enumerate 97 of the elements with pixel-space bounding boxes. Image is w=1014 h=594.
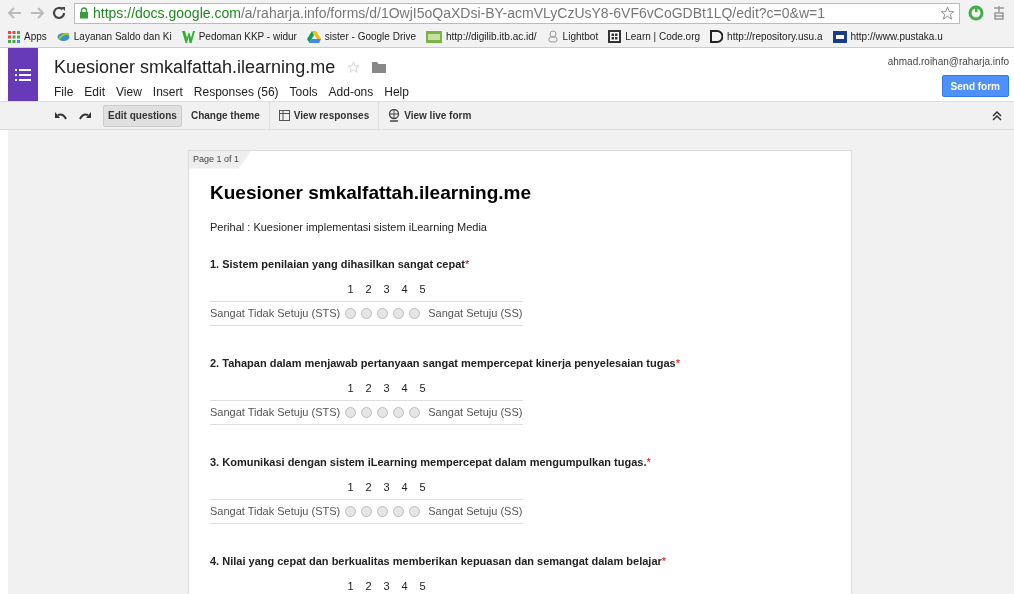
list-icon	[15, 68, 31, 81]
lock-icon	[79, 7, 89, 19]
scale-number: 2	[364, 381, 373, 394]
radio-button[interactable]	[361, 506, 373, 517]
bookmark-link[interactable]: http://repository.usu.a	[727, 29, 823, 44]
scale-number: 5	[418, 579, 427, 592]
radio-button[interactable]	[393, 407, 405, 418]
question-title: 3. Komunikasi dengan sistem iLearning mempercepat dalam mengumpulkan tugas.*	[210, 455, 652, 469]
radio-button[interactable]	[361, 407, 373, 418]
radio-button[interactable]	[409, 308, 421, 319]
toolbar-button[interactable]: View live form	[383, 104, 477, 127]
bookmark-link[interactable]: Learn | Code.org	[625, 29, 701, 44]
apps-grid-icon	[8, 30, 20, 43]
toolbar-button[interactable]: View responses	[273, 104, 375, 127]
scale-number: 4	[400, 381, 409, 394]
letter-logo-icon	[710, 30, 724, 43]
radio-button[interactable]	[377, 407, 389, 418]
reload-icon[interactable]	[52, 6, 66, 20]
collapse-icon[interactable]	[992, 110, 1002, 121]
radio-button[interactable]	[409, 506, 421, 517]
w-logo-icon	[181, 30, 195, 43]
form-title: Kuesioner smkalfattah.ilearning.me	[210, 180, 532, 205]
scale-number: 1	[346, 282, 355, 295]
menu-item[interactable]: Responses (56)	[193, 83, 279, 101]
toolbar-button[interactable]: Edit questions	[103, 104, 182, 127]
scale-number: 2	[364, 480, 373, 493]
bookmark-link[interactable]: http://www.pustaka.u	[850, 29, 943, 44]
scale-number: 5	[418, 480, 427, 493]
scale-number: 4	[400, 480, 409, 493]
radio-button[interactable]	[377, 308, 389, 319]
form-description: Perihal : Kuesioner implementasi sistem iLearning Media	[210, 219, 488, 235]
globe-icon	[388, 109, 401, 122]
badge-logo-icon	[832, 30, 847, 43]
bookmark-link[interactable]: Layanan Saldo dan Ki	[73, 29, 172, 44]
undo-icon[interactable]	[55, 111, 67, 120]
scale-number: 4	[400, 282, 409, 295]
scale-number: 3	[382, 480, 391, 493]
radio-button[interactable]	[393, 308, 405, 319]
scale-number: 5	[418, 282, 427, 295]
bookmark-link[interactable]: Pedoman KKP - widur	[198, 29, 297, 44]
star-icon[interactable]	[347, 60, 361, 74]
toolbar-button[interactable]: Change theme	[185, 104, 265, 127]
menu-item[interactable]: File	[54, 83, 74, 101]
radio-button[interactable]	[409, 407, 421, 418]
grid-square-icon	[608, 30, 622, 43]
scale-number: 3	[382, 282, 391, 295]
scale-number: 2	[364, 579, 373, 592]
scale-low-label: Sangat Tidak Setuju (STS)	[210, 405, 341, 421]
user-email: ahmad.roihan@raharja.info	[887, 55, 1009, 69]
power-icon[interactable]	[968, 5, 984, 21]
scale-number: 2	[364, 282, 373, 295]
scale-low-label: Sangat Tidak Setuju (STS)	[210, 504, 341, 520]
scale-number: 3	[382, 381, 391, 394]
radio-button[interactable]	[377, 506, 389, 517]
leaf-icon	[56, 30, 70, 43]
bookmark-link[interactable]: Lightbot	[562, 29, 599, 44]
scale-number: 1	[346, 381, 355, 394]
extension-icon[interactable]	[992, 5, 1006, 21]
radio-button[interactable]	[345, 407, 357, 418]
bookmark-link[interactable]: sister - Google Drive	[324, 29, 416, 44]
bookmark-link[interactable]: http://digilib.itb.ac.id/	[446, 29, 537, 44]
menu-item[interactable]: Add-ons	[328, 83, 374, 101]
triangle-icon	[306, 30, 321, 43]
bookmark-link[interactable]: Apps	[24, 29, 47, 44]
forward-icon[interactable]	[30, 7, 44, 19]
menu-item[interactable]: View	[116, 83, 142, 101]
scale-number: 4	[400, 579, 409, 592]
menu-item[interactable]: Help	[384, 83, 409, 101]
scale-number: 1	[346, 480, 355, 493]
scale-high-label: Sangat Setuju (SS)	[428, 504, 523, 520]
back-icon[interactable]	[8, 7, 22, 19]
radio-button[interactable]	[345, 308, 357, 319]
scale-number: 1	[346, 579, 355, 592]
question-title: 4. Nilai yang cepat dan berkualitas memberikan kepuasan dan semangat dalam belajar*	[210, 554, 668, 568]
scale-high-label: Sangat Setuju (SS)	[428, 306, 523, 322]
bookmark-site-icon	[426, 30, 442, 43]
question-title: 1. Sistem penilaian yang dihasilkan sangat cepat*	[210, 257, 471, 271]
table-icon	[278, 110, 290, 121]
address-bar[interactable]: https://docs.google.com/a/raharja.info/forms/d/1OwjI5oQaXDsi-BY-acmVLyCzUsY8-6VF6vCoGDBt1LQ/edit?c=0&w=1	[74, 2, 960, 24]
radio-button[interactable]	[361, 308, 373, 319]
radio-button[interactable]	[345, 506, 357, 517]
scale-high-label: Sangat Setuju (SS)	[428, 405, 523, 421]
question-title: 2. Tahapan dalam menjawab pertanyaan sangat mempercepat kinerja penyelesaian tugas*	[210, 356, 681, 370]
scale-low-label: Sangat Tidak Setuju (STS)	[210, 306, 341, 322]
menu-item[interactable]: Edit	[84, 83, 106, 101]
folder-icon[interactable]	[372, 61, 387, 73]
scale-number: 5	[418, 381, 427, 394]
radio-button[interactable]	[393, 506, 405, 517]
menu-item[interactable]: Insert	[152, 83, 183, 101]
redo-icon[interactable]	[79, 111, 91, 120]
forms-logo[interactable]	[8, 48, 38, 101]
url-text: https://docs.google.com/a/raharja.info/forms/d/1OwjI5oQaXDsi-BY-acmVLyCzUsY8-6VF6vCoGDBt1LQ/edit?c=0&w=1	[93, 3, 825, 23]
scale-number: 3	[382, 579, 391, 592]
menu-item[interactable]: Tools	[289, 83, 318, 101]
robot-icon	[546, 30, 559, 43]
document-title[interactable]: Kuesioner smkalfattah.ilearning.me	[54, 56, 336, 78]
star-icon[interactable]	[940, 5, 955, 21]
